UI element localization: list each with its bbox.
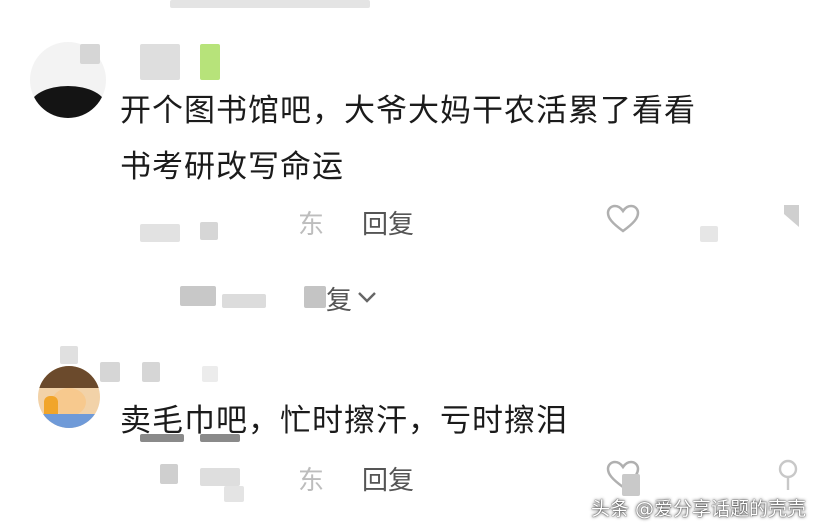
expand-replies-row[interactable]: 复 <box>176 280 416 316</box>
watermark: 头条 @爱分享话题的壳壳 <box>590 498 806 520</box>
more-icon[interactable] <box>780 202 802 230</box>
like-count-blurred <box>622 474 640 496</box>
timestamp-blurred <box>200 468 240 486</box>
location-label: 东 <box>298 466 325 496</box>
more-icon[interactable] <box>776 458 800 492</box>
avatar-hair <box>38 366 100 388</box>
avatar-shirt <box>38 414 100 428</box>
comment-text-line: 卖毛巾吧，忙时擦汗，亏时擦泪 <box>120 403 568 439</box>
avatar[interactable] <box>38 366 100 428</box>
expand-replies-blurred <box>304 286 326 308</box>
timestamp-blurred <box>224 486 244 502</box>
comment-text-line: 开个图书馆吧，大爷大妈干农活累了看看 <box>120 93 696 129</box>
username-blurred[interactable] <box>60 346 78 364</box>
comment-text-line: 书考研改写命运 <box>120 149 344 185</box>
timestamp-blurred <box>140 224 180 242</box>
expand-replies-blurred <box>180 286 216 306</box>
user-level-badge <box>200 44 220 80</box>
like-count-blurred <box>700 226 718 242</box>
reply-button[interactable]: 回复 <box>362 460 414 497</box>
chevron-down-icon <box>358 292 376 303</box>
username-blurred[interactable] <box>202 366 218 382</box>
text-blurred <box>200 434 240 442</box>
reply-button[interactable]: 回复 <box>362 204 414 241</box>
username-blurred[interactable] <box>80 44 100 64</box>
username-blurred[interactable] <box>100 362 120 382</box>
timestamp-blurred <box>160 464 178 484</box>
text-blurred <box>140 434 184 442</box>
location-label: 东 <box>298 210 325 240</box>
top-blurred-text <box>170 0 370 8</box>
avatar-shape <box>30 86 106 118</box>
timestamp-blurred <box>200 222 218 240</box>
username-blurred[interactable] <box>142 362 160 382</box>
expand-replies-label: 复 <box>326 286 353 316</box>
like-icon[interactable] <box>606 204 640 234</box>
expand-replies-blurred <box>222 294 266 308</box>
username-blurred[interactable] <box>140 44 180 80</box>
